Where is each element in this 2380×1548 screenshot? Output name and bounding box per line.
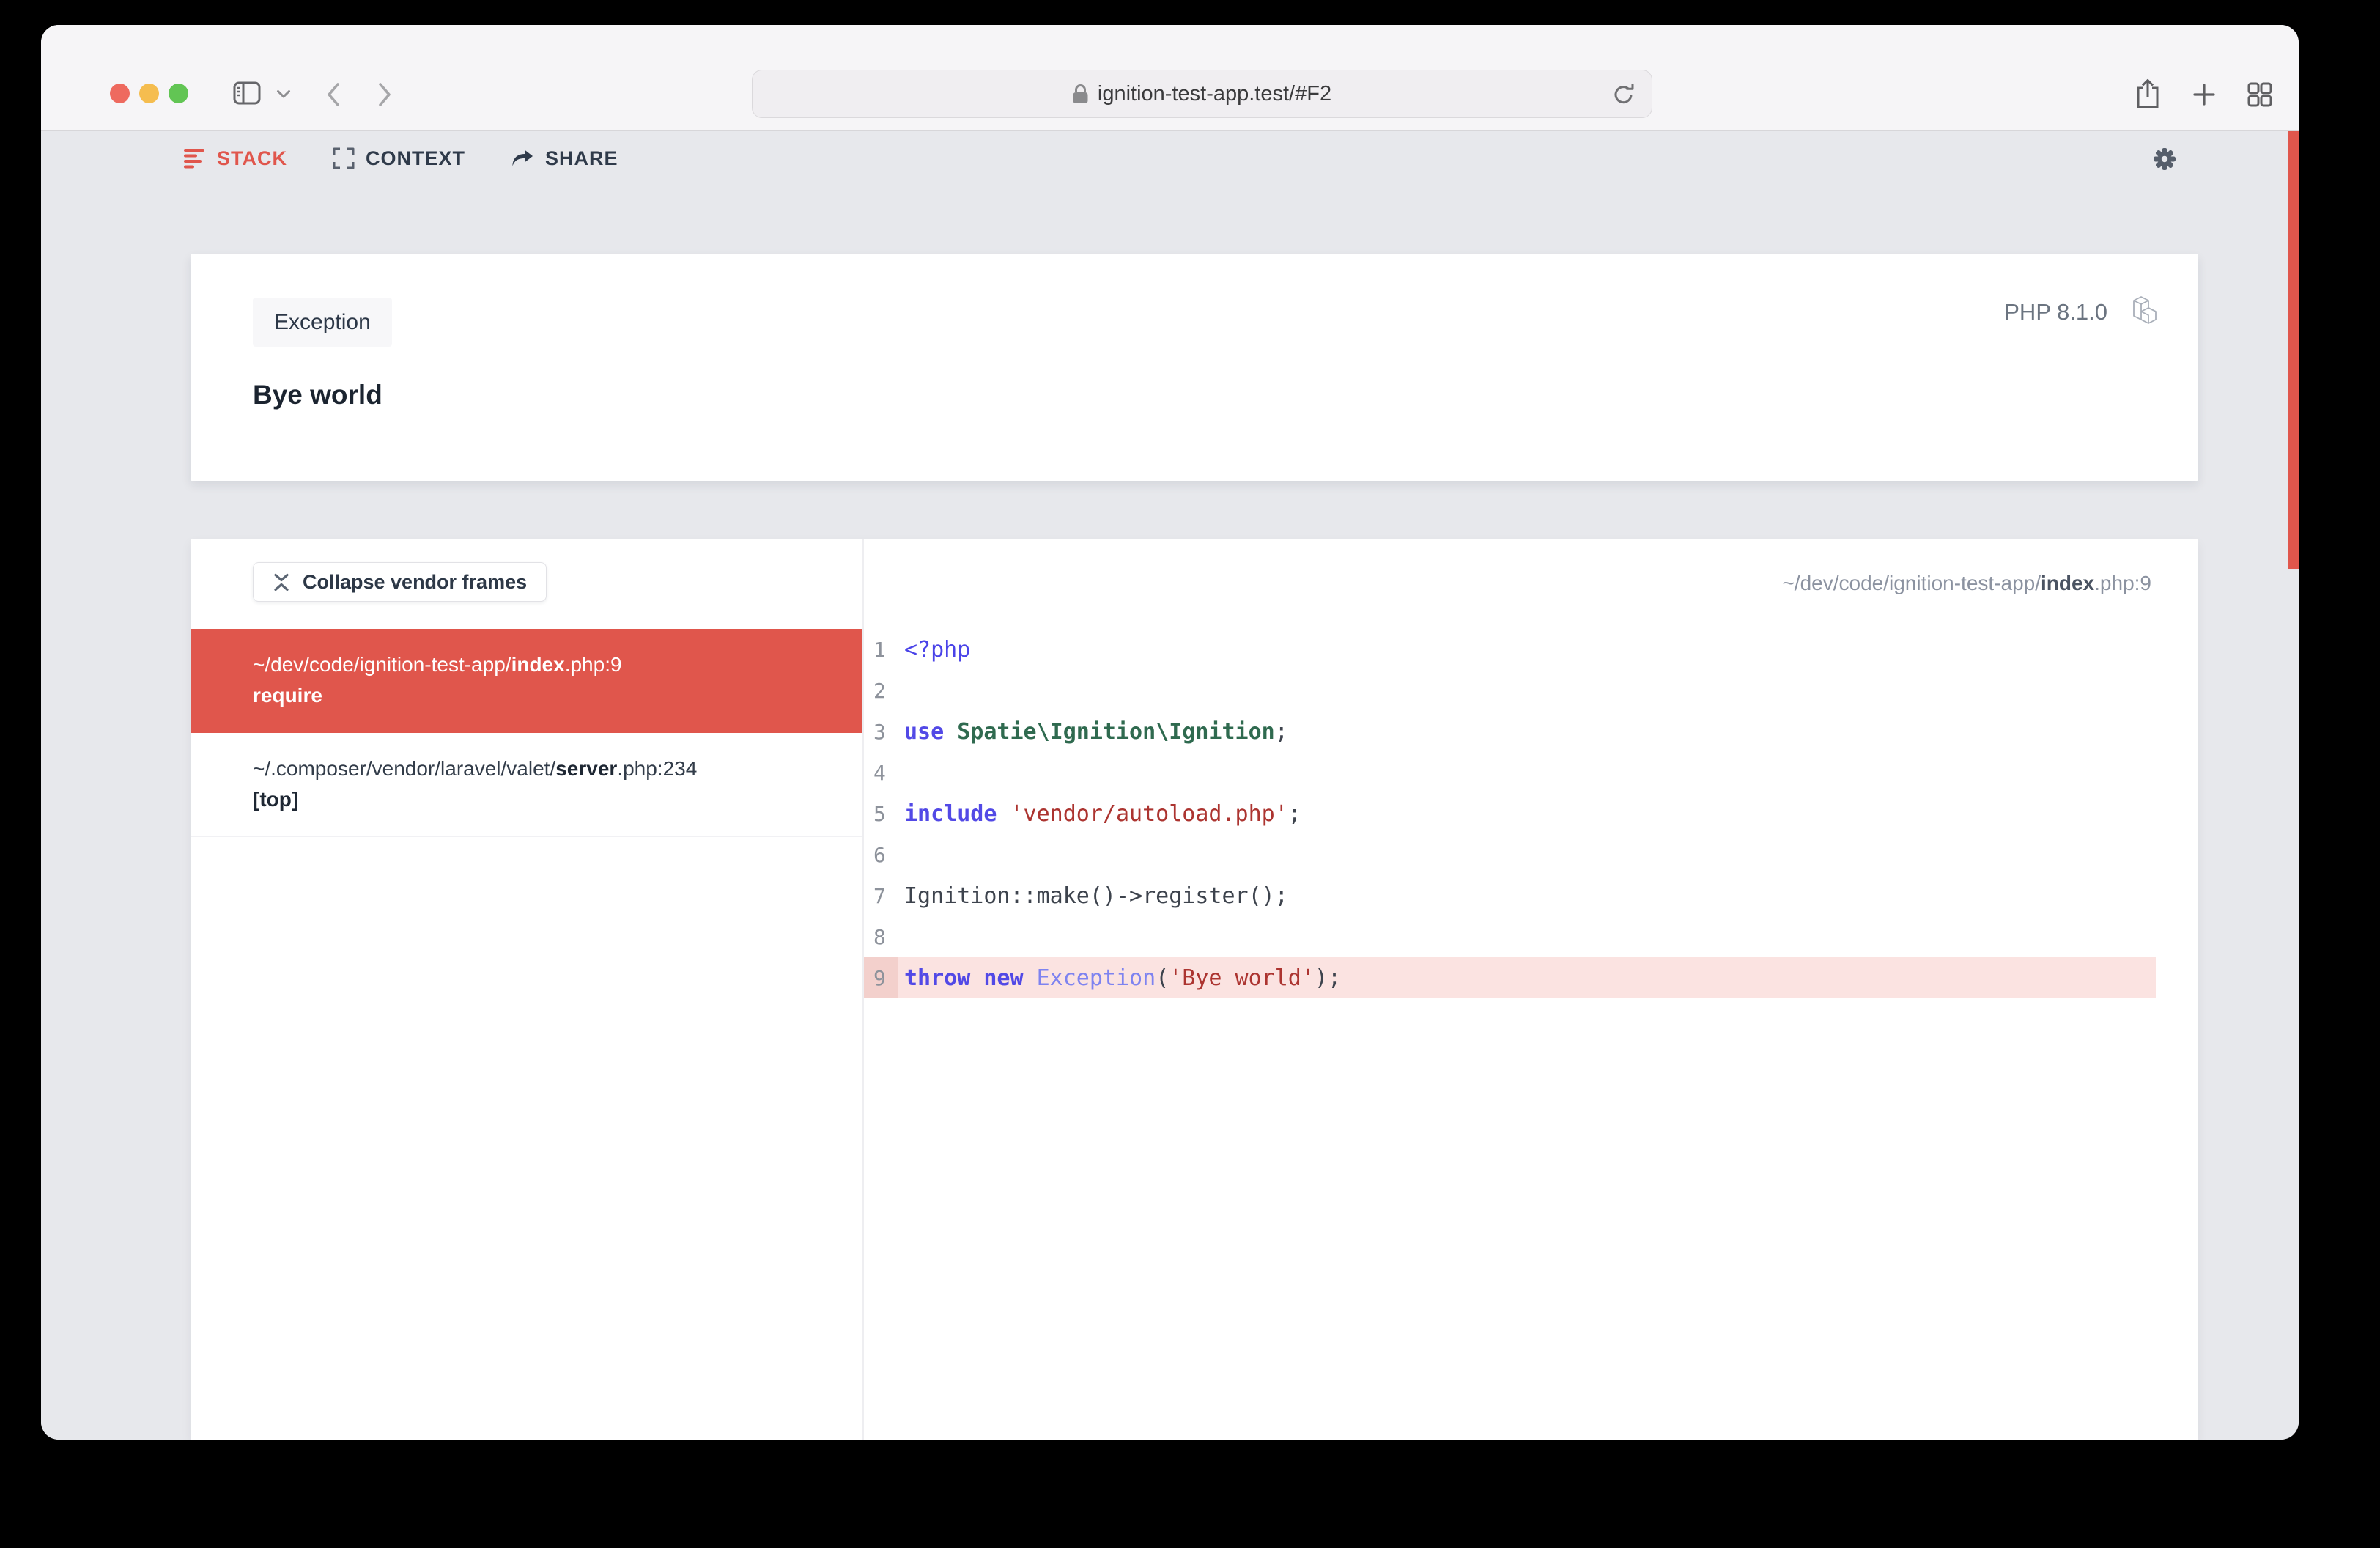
exception-class-badge: Exception	[253, 298, 392, 347]
code-text: <?php	[904, 636, 971, 663]
line-number: 7	[873, 883, 886, 908]
collapse-icon	[273, 572, 290, 592]
frame-path: ~/dev/code/ignition-test-app/index.php:9	[253, 653, 622, 676]
line-number: 2	[873, 678, 886, 703]
tab-stack[interactable]: STACK	[184, 147, 287, 170]
frame-path: ~/.composer/vendor/laravel/valet/server.…	[253, 757, 698, 780]
tab-overview-icon[interactable]	[2247, 81, 2273, 108]
reload-icon[interactable]	[1612, 83, 1636, 106]
tab-context[interactable]: CONTEXT	[333, 147, 465, 170]
collapse-vendor-frames-button[interactable]: Collapse vendor frames	[253, 562, 547, 602]
code-line: 6	[864, 834, 2156, 875]
browser-toolbar: ignition-test-app.test/#F2	[41, 25, 2299, 131]
exception-message: Bye world	[253, 380, 382, 410]
context-icon	[333, 147, 355, 169]
code-line: 3 use Spatie\Ignition\Ignition;	[864, 711, 2156, 752]
code-editor: 1 <?php 2 3 use Spatie\Ignition\Ignition; 4 5 i…	[864, 629, 2156, 998]
code-text: use Spatie\Ignition\Ignition;	[904, 718, 1288, 745]
php-version-group: PHP 8.1.0	[2004, 296, 2157, 328]
line-number: 5	[873, 801, 886, 826]
lock-icon	[1073, 84, 1088, 104]
stack-section: Collapse vendor frames ~/dev/code/igniti…	[191, 539, 2198, 1440]
ignition-nav: STACK CONTEXT SHARE	[184, 139, 618, 177]
address-bar[interactable]: ignition-test-app.test/#F2	[752, 70, 1652, 118]
code-text: include 'vendor/autoload.php';	[904, 800, 1301, 827]
ignition-page: STACK CONTEXT SHARE Exception Bye world …	[41, 131, 2299, 1440]
collapse-button-label: Collapse vendor frames	[303, 570, 528, 593]
stack-frame[interactable]: ~/.composer/vendor/laravel/valet/server.…	[191, 733, 862, 837]
close-button[interactable]	[110, 84, 130, 103]
code-line: 7 Ignition::make()->register();	[864, 875, 2156, 916]
line-number: 3	[873, 719, 886, 744]
frame-method: require	[253, 684, 322, 707]
laravel-icon	[2126, 296, 2157, 328]
url-text: ignition-test-app.test/#F2	[1097, 81, 1332, 106]
tab-stack-label: STACK	[217, 147, 287, 169]
code-text: Ignition::make()->register();	[904, 882, 1288, 909]
frame-method: [top]	[253, 788, 299, 811]
code-panel: ~/dev/code/ignition-test-app/index.php:9…	[862, 539, 2198, 1440]
code-line: 8	[864, 916, 2156, 957]
stack-frame[interactable]: ~/dev/code/ignition-test-app/index.php:9…	[191, 629, 862, 733]
error-card: Exception Bye world PHP 8.1.0	[191, 254, 2198, 481]
back-icon[interactable]	[325, 81, 341, 108]
scrollbar-thumb[interactable]	[2288, 131, 2299, 569]
code-line: 5 include 'vendor/autoload.php';	[864, 793, 2156, 834]
line-number: 6	[873, 842, 886, 867]
minimize-button[interactable]	[139, 84, 159, 103]
share-icon[interactable]	[2135, 78, 2160, 110]
code-line: 4	[864, 752, 2156, 793]
share-arrow-icon	[511, 149, 534, 168]
zoom-button[interactable]	[169, 84, 188, 103]
code-line: 9 throw new Exception('Bye world');	[864, 957, 2156, 998]
forward-icon[interactable]	[377, 81, 393, 108]
line-number: 9	[864, 957, 898, 998]
code-line: 1 <?php	[864, 629, 2156, 670]
chevron-down-icon[interactable]	[276, 89, 291, 99]
code-text: throw new Exception('Bye world');	[904, 965, 1342, 991]
sidebar-toggle-icon[interactable]	[233, 81, 261, 105]
line-number: 8	[873, 924, 886, 949]
tab-share[interactable]: SHARE	[511, 147, 618, 170]
browser-window: ignition-test-app.test/#F2 STACK CONTEXT…	[41, 25, 2299, 1440]
code-file-path: ~/dev/code/ignition-test-app/index.php:9	[1782, 572, 2151, 594]
gear-icon[interactable]	[2151, 146, 2178, 172]
tab-share-label: SHARE	[545, 147, 618, 169]
code-line: 2	[864, 670, 2156, 711]
stack-frames-panel: Collapse vendor frames ~/dev/code/igniti…	[191, 539, 862, 1440]
tab-context-label: CONTEXT	[366, 147, 466, 169]
php-version-label: PHP 8.1.0	[2004, 299, 2107, 325]
line-number: 4	[873, 760, 886, 785]
stack-icon	[184, 148, 206, 169]
line-number: 1	[873, 637, 886, 662]
new-tab-icon[interactable]	[2192, 83, 2216, 106]
stack-frames-list: ~/dev/code/ignition-test-app/index.php:9…	[191, 629, 862, 837]
